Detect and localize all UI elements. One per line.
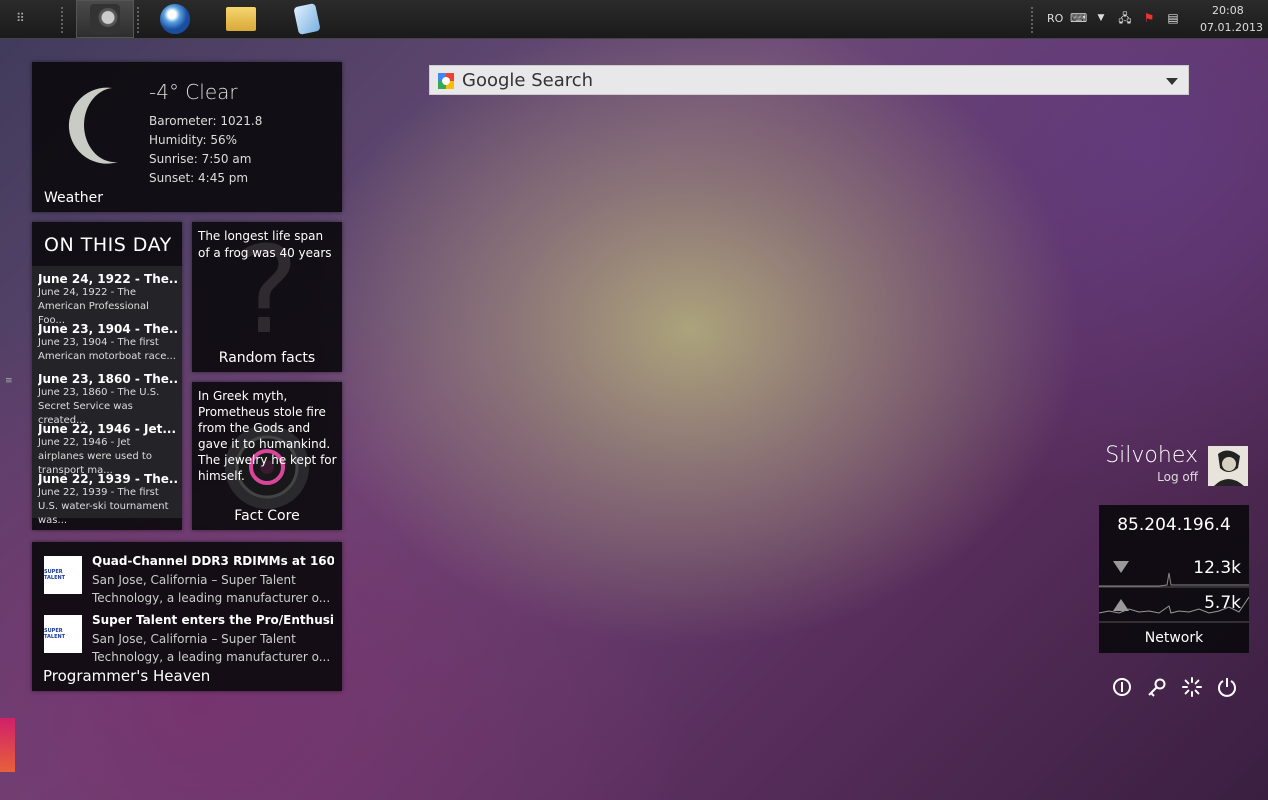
taskbar-grip[interactable]	[60, 6, 64, 34]
notepad-icon	[293, 3, 321, 35]
search-label: Google Search	[462, 70, 594, 91]
fact-text: The longest life span of a frog was 40 y…	[198, 229, 332, 260]
news-title: Super Talent enters the Pro/Enthusia...	[92, 613, 334, 627]
download-arrow-icon	[1113, 561, 1129, 573]
weather-tile[interactable]: -4° Clear Barometer: 1021.8 Humidity: 56…	[32, 62, 342, 212]
tile-title: Network	[1144, 630, 1204, 646]
upload-speed: 5.7k	[1204, 593, 1241, 613]
taskbar-grip[interactable]	[136, 6, 140, 34]
weather-sunset: Sunset: 4:45 pm	[149, 171, 249, 185]
power-icon[interactable]	[1216, 676, 1238, 698]
weather-sunrise: Sunrise: 7:50 am	[149, 152, 252, 166]
tile-title: Random facts	[218, 350, 316, 366]
folder-icon	[226, 7, 256, 31]
news-item[interactable]: SUPER TALENT Quad-Channel DDR3 RDIMMs at…	[44, 554, 334, 605]
browser-icon	[160, 4, 190, 34]
news-title: Quad-Channel DDR3 RDIMMs at 160...	[92, 554, 334, 568]
weather-temperature: -4° Clear	[149, 80, 238, 104]
network-tile[interactable]: 85.204.196.4 12.3k 5.7k Network	[1099, 505, 1249, 653]
user-name: Silvohex	[1105, 443, 1198, 468]
list-item-title: June 22, 1946 - Jet...	[38, 422, 177, 436]
tile-title: Fact Core	[234, 508, 300, 524]
ip-address: 85.204.196.4	[1117, 515, 1231, 535]
start-menu-icon[interactable]: ⠿	[16, 11, 30, 25]
list-item-desc: June 23, 1904 - The first American motor…	[38, 337, 176, 362]
loading-icon[interactable]	[1181, 676, 1203, 698]
fact-text: In Greek myth, Prometheus stole fire fro…	[198, 389, 337, 483]
clock-date[interactable]: 07.01.2013	[1200, 21, 1263, 34]
tile-heading: ON THIS DAY	[44, 234, 172, 256]
news-desc: San Jose, California – Super Talent Tech…	[92, 573, 331, 605]
download-speed: 12.3k	[1193, 558, 1241, 578]
avatar[interactable]	[1208, 446, 1248, 486]
list-item-title: June 22, 1939 - The...	[38, 472, 178, 486]
taskbar-app-browser[interactable]	[146, 0, 204, 38]
tile-title: Weather	[44, 190, 103, 206]
moon-icon	[68, 87, 118, 164]
taskbar-app-notes[interactable]	[278, 0, 336, 38]
list-item[interactable]: June 24, 1922 - The... June 24, 1922 - T…	[38, 272, 178, 328]
list-item-title: June 24, 1922 - The...	[38, 272, 178, 286]
tray-expand-icon[interactable]: ▼	[1094, 11, 1108, 25]
dropdown-arrow-icon[interactable]	[1166, 78, 1178, 85]
keyboard-icon[interactable]: ⌨	[1070, 11, 1087, 25]
weather-humidity: Humidity: 56%	[149, 133, 238, 147]
list-item-desc: June 22, 1939 - The first U.S. water-ski…	[38, 487, 169, 526]
charms-accent-bar[interactable]	[0, 718, 15, 772]
list-item[interactable]: June 22, 1939 - The... June 22, 1939 - T…	[38, 472, 178, 528]
super-talent-logo: SUPER TALENT	[44, 615, 82, 653]
taskbar-app-steam[interactable]	[76, 0, 134, 38]
taskbar-grip[interactable]	[1030, 6, 1034, 34]
news-item[interactable]: SUPER TALENT Super Talent enters the Pro…	[44, 613, 334, 664]
taskbar: ⠿ RO ⌨ ▼ 🖧 ⚑ ▤ 20:08 07.01.2013	[0, 0, 1268, 39]
on-this-day-tile[interactable]: ON THIS DAY June 24, 1922 - The... June …	[32, 222, 182, 530]
list-item-title: June 23, 1904 - The...	[38, 322, 178, 336]
key-icon[interactable]	[1146, 676, 1168, 698]
edge-handle-icon[interactable]: ≡	[5, 376, 13, 386]
on-this-day-list: June 24, 1922 - The... June 24, 1922 - T…	[32, 266, 182, 526]
clock-time[interactable]: 20:08	[1212, 4, 1244, 17]
info-icon[interactable]	[1111, 676, 1133, 698]
weather-barometer: Barometer: 1021.8	[149, 114, 263, 128]
list-item[interactable]: June 22, 1946 - Jet... June 22, 1946 - J…	[38, 422, 178, 478]
clipboard-tray-icon[interactable]: ▤	[1166, 11, 1180, 25]
fact-core-tile[interactable]: In Greek myth, Prometheus stole fire fro…	[192, 382, 342, 530]
news-tile[interactable]: SUPER TALENT Quad-Channel DDR3 RDIMMs at…	[32, 542, 342, 691]
list-item-title: June 23, 1860 - The...	[38, 372, 178, 386]
upload-arrow-icon	[1113, 599, 1129, 611]
language-indicator[interactable]: RO	[1047, 12, 1063, 25]
log-off-link[interactable]: Log off	[1157, 470, 1198, 484]
random-facts-tile[interactable]: ? The longest life span of a frog was 40…	[192, 222, 342, 372]
list-item[interactable]: June 23, 1860 - The... June 23, 1860 - T…	[38, 372, 178, 428]
google-icon	[438, 73, 454, 89]
flag-tray-icon[interactable]: ⚑	[1142, 11, 1156, 25]
list-item[interactable]: June 23, 1904 - The... June 23, 1904 - T…	[38, 322, 178, 364]
google-search-bar[interactable]: Google Search	[429, 65, 1189, 95]
tile-title: Programmer's Heaven	[43, 667, 211, 685]
steam-icon	[90, 4, 120, 34]
news-desc: San Jose, California – Super Talent Tech…	[92, 632, 331, 664]
super-talent-logo: SUPER TALENT	[44, 556, 82, 594]
taskbar-app-explorer[interactable]	[212, 0, 270, 38]
network-tray-icon[interactable]: 🖧	[1118, 11, 1132, 25]
